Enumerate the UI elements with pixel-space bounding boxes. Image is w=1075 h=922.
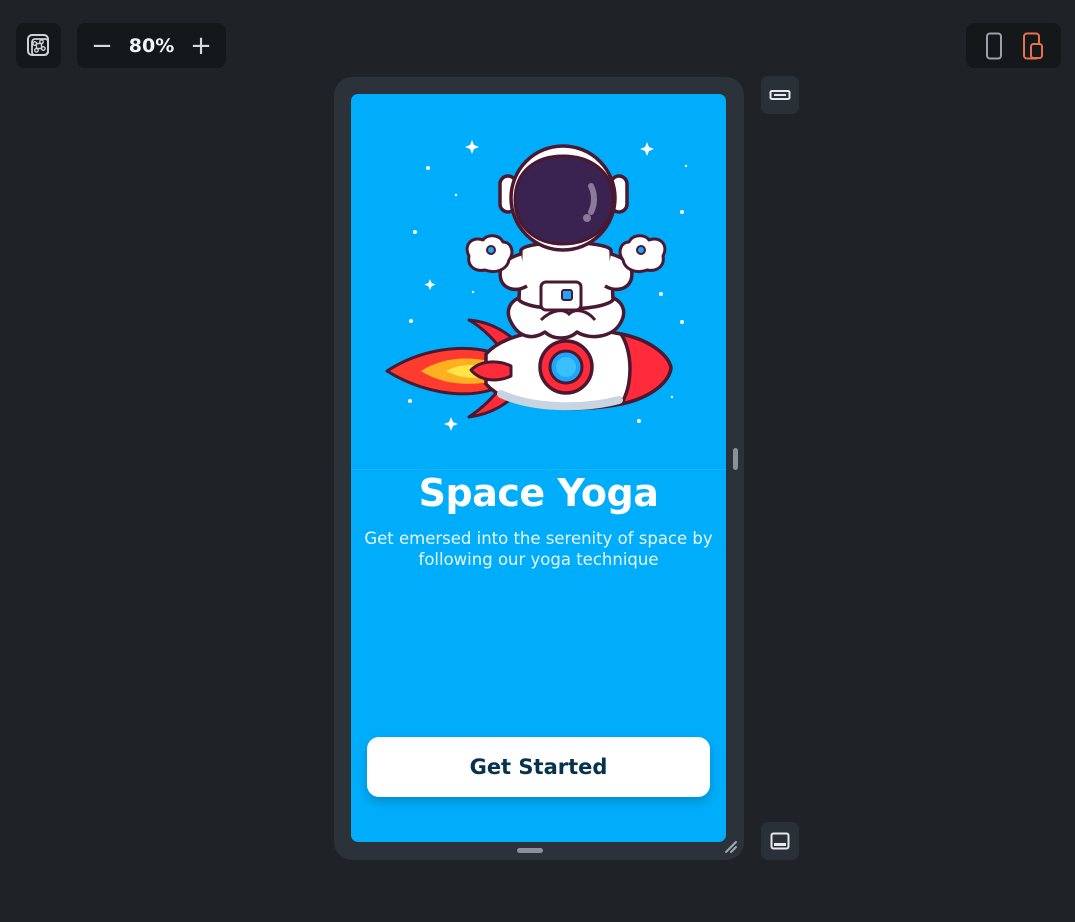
device-frame: Space Yoga Get emersed into the serenity… bbox=[334, 77, 744, 860]
zoom-in-button[interactable]: + bbox=[184, 29, 218, 63]
navigation-bar-toggle-button[interactable] bbox=[761, 822, 799, 860]
fit-screen-button[interactable] bbox=[16, 23, 61, 68]
screen-title: Space Yoga bbox=[418, 471, 659, 515]
app-screen: Space Yoga Get emersed into the serenity… bbox=[351, 94, 726, 842]
navigation-bar-toggle-icon bbox=[770, 832, 790, 850]
command-frame-icon bbox=[27, 34, 49, 56]
screen-subtitle: Get emersed into the serenity of space b… bbox=[364, 529, 713, 569]
get-started-button[interactable]: Get Started bbox=[367, 737, 710, 797]
device-tablet-button[interactable] bbox=[1016, 29, 1050, 63]
device-phone-button[interactable] bbox=[977, 29, 1011, 63]
status-bar-toggle-button[interactable] bbox=[761, 76, 799, 114]
astronaut-rocket-illustration bbox=[385, 140, 688, 431]
zoom-level: 80% bbox=[128, 34, 175, 57]
bottom-resize-handle[interactable] bbox=[517, 848, 543, 853]
vertical-resize-handle[interactable] bbox=[733, 448, 738, 470]
phone-icon bbox=[985, 32, 1002, 59]
zoom-out-button[interactable]: − bbox=[85, 29, 119, 63]
status-bar-toggle-icon bbox=[769, 90, 791, 100]
device-toggle bbox=[966, 23, 1061, 68]
zoom-control: − 80% + bbox=[77, 23, 226, 68]
corner-resize-icon[interactable] bbox=[723, 839, 739, 855]
tablet-icon bbox=[1023, 32, 1044, 59]
